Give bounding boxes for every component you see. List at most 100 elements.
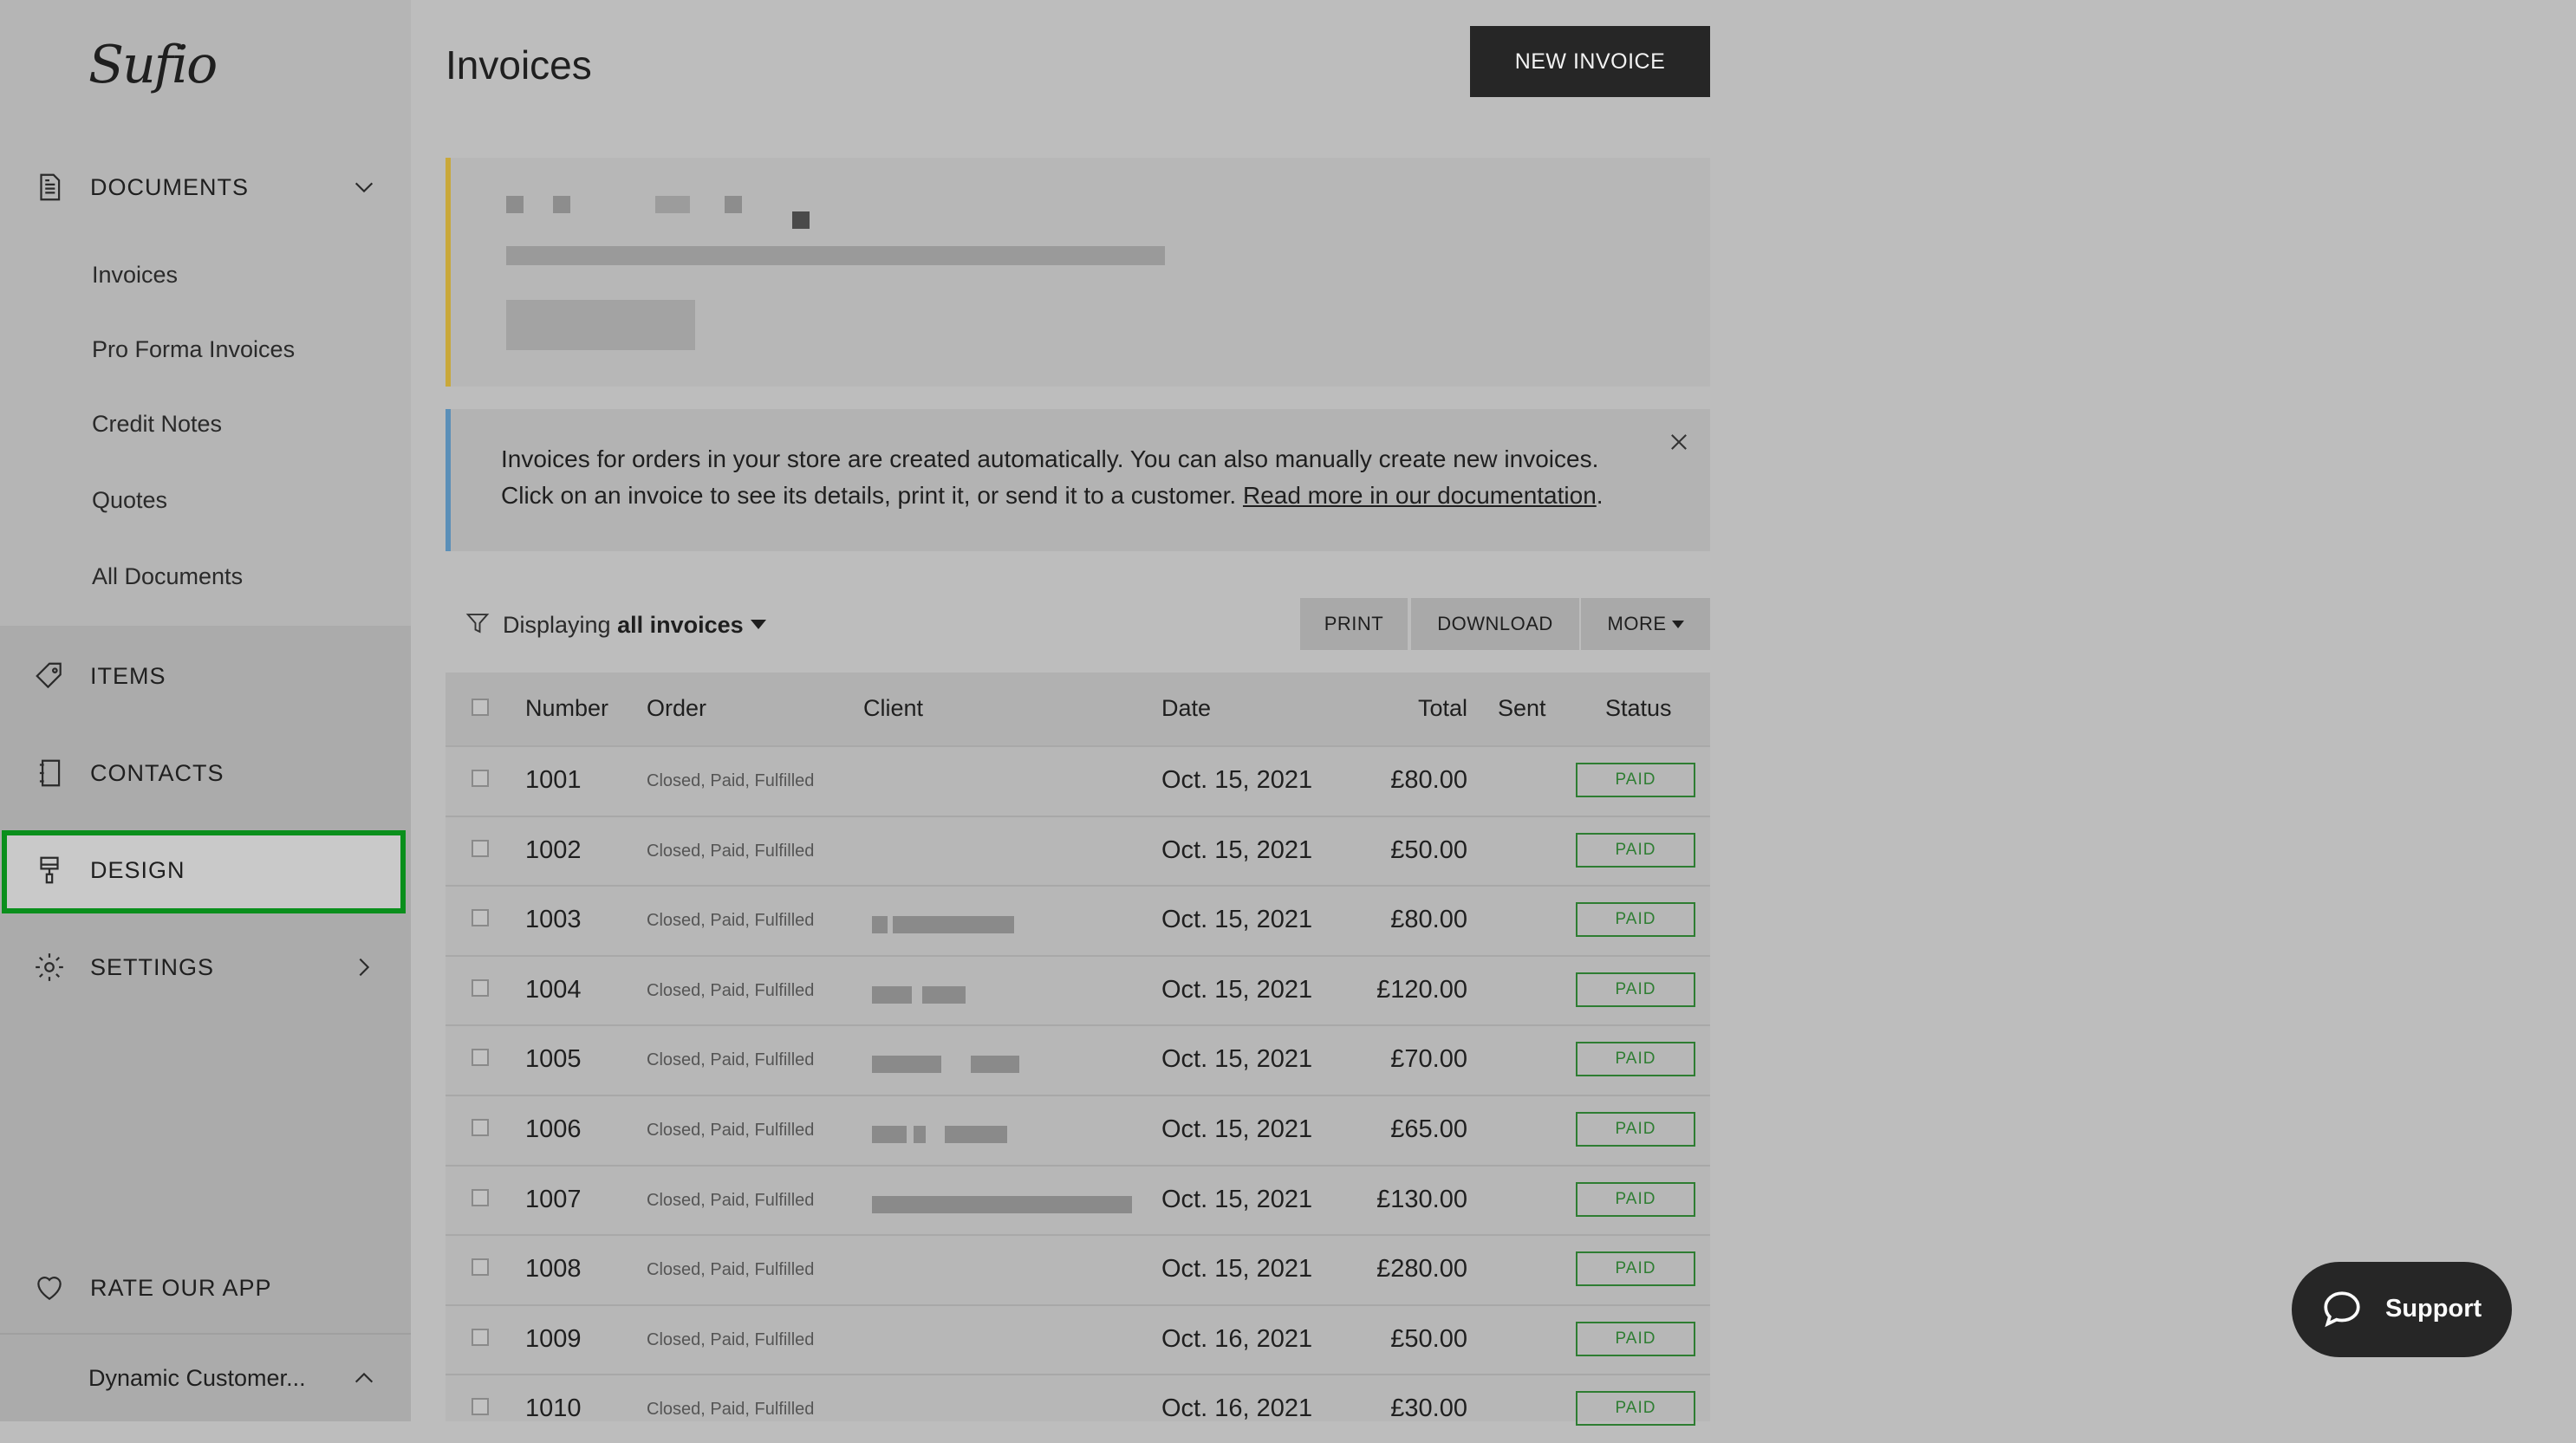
select-all-checkbox[interactable] [472, 699, 489, 716]
store-selector[interactable]: Dynamic Customer... [0, 1335, 411, 1421]
order-status: Closed, Paid, Fulfilled [647, 771, 815, 790]
column-header-client[interactable]: Client [863, 695, 923, 722]
redacted-client [971, 1056, 1019, 1074]
document-icon [40, 173, 61, 201]
column-header-total[interactable]: Total [1418, 695, 1467, 722]
table-row[interactable]: 1008 Closed, Paid, Fulfilled Oct. 15, 2021… [446, 1234, 1710, 1303]
gear-icon [36, 953, 63, 981]
column-header-date[interactable]: Date [1161, 695, 1211, 722]
row-checkbox[interactable] [472, 1328, 489, 1346]
table-row[interactable]: 1004 Closed, Paid, Fulfilled Oct. 15, 2021… [446, 954, 1710, 1024]
sidebar-header: Sufio [0, 0, 411, 139]
redacted-client [945, 1126, 1007, 1143]
close-icon[interactable] [1667, 430, 1691, 454]
caret-down-icon [1671, 620, 1684, 628]
new-invoice-button[interactable]: NEW INVOICE [1470, 26, 1710, 97]
documentation-link[interactable]: Read more in our documentation [1243, 482, 1597, 509]
table-row[interactable]: 1007 Closed, Paid, Fulfilled Oct. 15, 2021… [446, 1164, 1710, 1234]
row-checkbox[interactable] [472, 1188, 489, 1206]
redacted-button[interactable] [506, 300, 695, 350]
invoice-total: £80.00 [1390, 766, 1467, 794]
sidebar-item-label: DESIGN [90, 856, 185, 883]
invoice-total: £280.00 [1376, 1255, 1467, 1284]
tag-icon [36, 662, 62, 689]
row-checkbox[interactable] [472, 1258, 489, 1277]
invoice-number: 1002 [525, 835, 582, 864]
heart-icon [37, 1277, 62, 1300]
table-row[interactable]: 1009 Closed, Paid, Fulfilled Oct. 16, 2021… [446, 1303, 1710, 1374]
support-label: Support [2385, 1295, 2482, 1323]
sidebar: Sufio DOCUMENTS Invoices Pro Forma Invoi… [0, 0, 411, 1421]
caret-down-icon [750, 620, 766, 629]
sidebar-subitem-all-documents[interactable]: All Documents [92, 563, 243, 590]
invoice-total: £120.00 [1376, 975, 1467, 1004]
paint-roller-icon [40, 856, 59, 884]
invoice-number: 1010 [525, 1394, 582, 1423]
support-button[interactable]: Support [2292, 1262, 2512, 1357]
row-checkbox[interactable] [472, 909, 489, 927]
invoice-number: 1008 [525, 1255, 582, 1284]
sidebar-item-contacts[interactable]: CONTACTS [0, 730, 411, 816]
invoice-total: £50.00 [1390, 835, 1467, 864]
invoice-total: £30.00 [1390, 1394, 1467, 1423]
table-row[interactable]: 1006 Closed, Paid, Fulfilled Oct. 15, 2021… [446, 1095, 1710, 1164]
contacts-icon [39, 759, 61, 787]
order-status: Closed, Paid, Fulfilled [647, 1329, 815, 1349]
chevron-up-icon[interactable] [352, 1366, 376, 1390]
table-row[interactable]: 1002 Closed, Paid, Fulfilled Oct. 15, 2021… [446, 815, 1710, 885]
invoice-total: £70.00 [1390, 1045, 1467, 1074]
status-badge: PAID [1576, 1181, 1695, 1217]
table-row[interactable]: 1005 Closed, Paid, Fulfilled Oct. 15, 2021… [446, 1024, 1710, 1094]
print-button[interactable]: PRINT [1300, 598, 1408, 650]
app-logo[interactable]: Sufio [88, 35, 218, 95]
sidebar-subitem-pro-forma-invoices[interactable]: Pro Forma Invoices [92, 336, 295, 363]
table-row[interactable]: 1001 Closed, Paid, Fulfilled Oct. 15, 2021… [446, 745, 1710, 815]
row-checkbox[interactable] [472, 978, 489, 997]
filter-icon[interactable] [465, 610, 491, 636]
invoice-number: 1009 [525, 1324, 582, 1353]
invoice-total: £130.00 [1376, 1185, 1467, 1213]
invoice-date: Oct. 15, 2021 [1161, 906, 1313, 934]
notice-box [446, 158, 1710, 387]
redacted-client [914, 1126, 926, 1143]
status-badge: PAID [1576, 1321, 1695, 1356]
more-label: MORE [1607, 613, 1667, 634]
sidebar-item-items[interactable]: ITEMS [0, 633, 411, 719]
column-header-sent[interactable]: Sent [1498, 695, 1546, 722]
invoice-table: Number Order Client Date Total Sent Stat… [446, 673, 1710, 1427]
sidebar-item-label: CONTACTS [90, 759, 224, 786]
redacted-client [872, 1195, 1132, 1213]
row-checkbox[interactable] [472, 1049, 489, 1067]
table-row[interactable]: 1010 Closed, Paid, Fulfilled Oct. 16, 2021… [446, 1374, 1710, 1443]
chevron-right-icon[interactable] [352, 955, 376, 979]
redacted-text [506, 196, 524, 213]
sidebar-item-rate-our-app[interactable]: RATE OUR APP [0, 1245, 411, 1331]
invoice-date: Oct. 15, 2021 [1161, 975, 1313, 1004]
redacted-client [893, 916, 1014, 934]
row-checkbox[interactable] [472, 770, 489, 787]
sidebar-subitem-quotes[interactable]: Quotes [92, 487, 167, 514]
sidebar-subitem-invoices[interactable]: Invoices [92, 262, 178, 289]
more-button[interactable]: MORE [1581, 598, 1710, 650]
table-header: Number Order Client Date Total Sent Stat… [446, 673, 1710, 745]
row-checkbox[interactable] [472, 839, 489, 857]
column-header-status[interactable]: Status [1605, 695, 1672, 722]
order-status: Closed, Paid, Fulfilled [647, 1121, 815, 1140]
sidebar-item-design[interactable]: DESIGN [0, 827, 411, 913]
row-checkbox[interactable] [472, 1398, 489, 1416]
table-row[interactable]: 1003 Closed, Paid, Fulfilled Oct. 15, 2021… [446, 885, 1710, 954]
sidebar-item-documents[interactable]: DOCUMENTS [0, 144, 411, 231]
sidebar-subitem-credit-notes[interactable]: Credit Notes [92, 411, 222, 438]
status-badge: PAID [1576, 902, 1695, 938]
chevron-down-icon[interactable] [352, 175, 376, 199]
row-checkbox[interactable] [472, 1119, 489, 1136]
column-header-order[interactable]: Order [647, 695, 706, 722]
status-badge: PAID [1576, 1251, 1695, 1287]
invoice-date: Oct. 15, 2021 [1161, 1255, 1313, 1284]
sidebar-item-settings[interactable]: SETTINGS [0, 924, 411, 1011]
download-button[interactable]: DOWNLOAD [1411, 598, 1579, 650]
info-banner: Invoices for orders in your store are cr… [446, 409, 1710, 551]
status-badge: PAID [1576, 1112, 1695, 1147]
column-header-number[interactable]: Number [525, 695, 608, 722]
filter-dropdown[interactable]: Displaying all invoices [503, 612, 766, 639]
